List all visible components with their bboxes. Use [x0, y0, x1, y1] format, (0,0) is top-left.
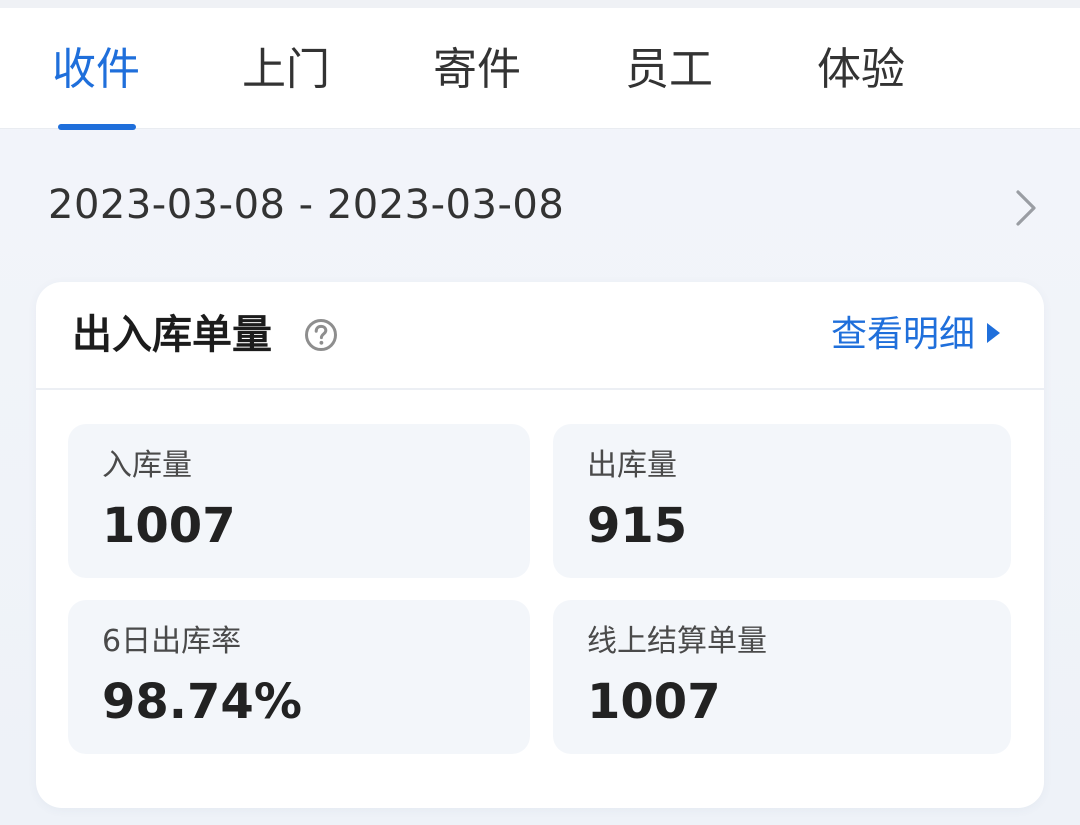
stat-value: 1007 [587, 674, 721, 730]
date-range-selector[interactable]: 2023-03-08 - 2023-03-08 [0, 150, 1080, 260]
view-details-label: 查看明细 [830, 314, 975, 355]
stat-6day-outbound-rate: 6日出库率 98.74% [68, 600, 530, 754]
help-circle-icon[interactable] [304, 318, 338, 352]
stat-value: 98.74% [102, 674, 302, 730]
active-tab-indicator [58, 124, 136, 130]
stat-outbound: 出库量 915 [553, 424, 1011, 578]
card-title: 出入库单量 [72, 312, 272, 358]
tab-yuangong[interactable]: 员工 [625, 38, 713, 108]
stat-inbound: 入库量 1007 [68, 424, 530, 578]
view-details-link[interactable]: 查看明细 [831, 310, 1000, 360]
stat-online-settlement: 线上结算单量 1007 [553, 600, 1011, 754]
stat-label: 6日出库率 [102, 624, 242, 659]
tab-tiyan[interactable]: 体验 [817, 38, 905, 108]
stat-label: 入库量 [102, 448, 192, 483]
stat-label: 线上结算单量 [587, 624, 767, 659]
tab-jijian[interactable]: 寄件 [433, 38, 521, 108]
inout-volume-card: 出入库单量 查看明细 入库量 1007 出库量 915 6日出库率 98.74%… [36, 282, 1044, 808]
caret-right-icon [987, 323, 1000, 343]
stat-value: 1007 [102, 498, 236, 554]
tab-shoujian[interactable]: 收件 [52, 38, 140, 108]
stat-value: 915 [587, 498, 688, 554]
tab-shangmen[interactable]: 上门 [242, 38, 330, 108]
chevron-right-icon [1016, 190, 1036, 226]
card-header: 出入库单量 查看明细 [36, 282, 1044, 390]
top-strip [0, 0, 1080, 8]
stat-label: 出库量 [587, 448, 677, 483]
tab-bar: 收件 上门 寄件 员工 体验 [0, 8, 1080, 130]
date-range-text: 2023-03-08 - 2023-03-08 [48, 182, 565, 228]
